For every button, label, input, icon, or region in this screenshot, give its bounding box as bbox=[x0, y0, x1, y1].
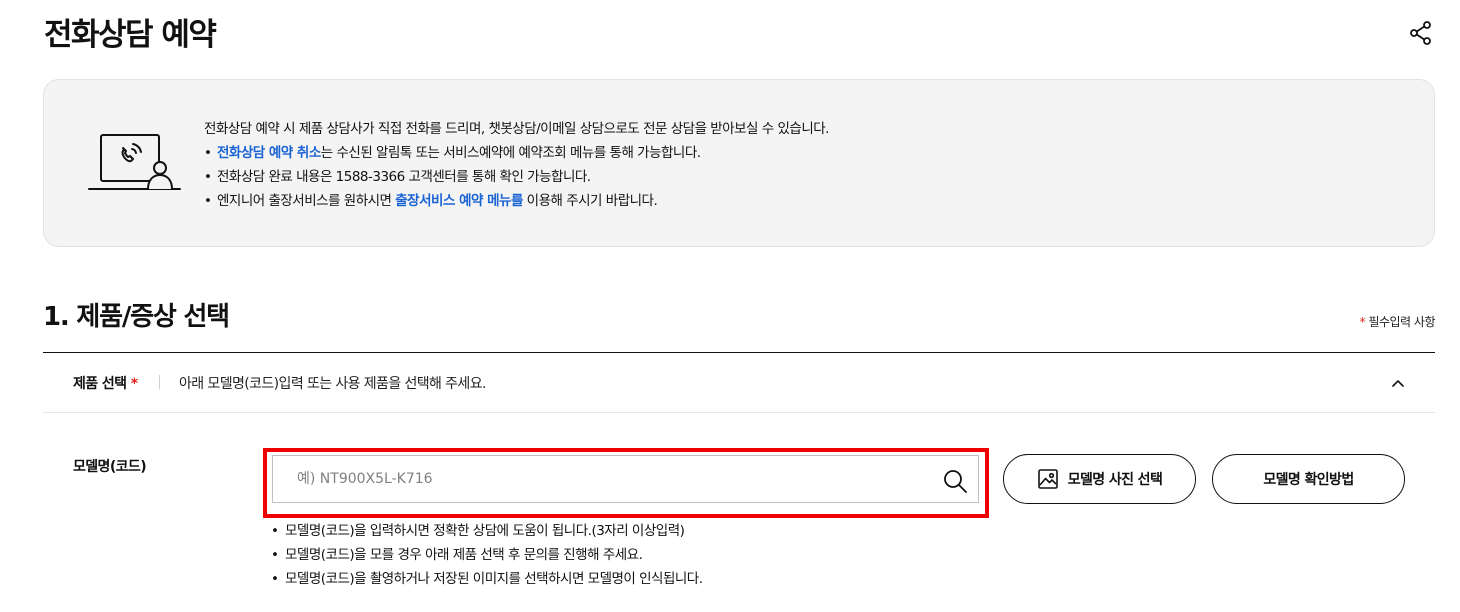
bullet: • bbox=[204, 169, 212, 185]
notice-line-2-text: 는 수신된 알림톡 또는 서비스예약에 예약조회 메뉴를 통해 가능합니다. bbox=[320, 145, 701, 161]
hint-item: • 모델명(코드)을 모를 경우 아래 제품 선택 후 문의를 진행해 주세요. bbox=[271, 543, 703, 567]
bullet: • bbox=[204, 193, 212, 209]
notice-line-3-text: 전화상담 완료 내용은 1588-3366 고객센터를 통해 확인 가능합니다. bbox=[217, 169, 591, 185]
page-title: 전화상담 예약 bbox=[44, 17, 217, 53]
phone-consult-illustration bbox=[88, 132, 184, 194]
chevron-up-icon[interactable] bbox=[1391, 375, 1405, 389]
bullet: • bbox=[204, 145, 212, 161]
hint-item: • 모델명(코드)을 촬영하거나 저장된 이미지를 선택하시면 모델명이 인식됩니… bbox=[271, 567, 703, 591]
product-select-label: 제품 선택 * bbox=[73, 373, 138, 393]
row-divider bbox=[43, 412, 1435, 413]
bullet: • bbox=[271, 547, 279, 563]
product-select-toggle[interactable]: 제품 선택 * 아래 모델명(코드)입력 또는 사용 제품을 선택해 주세요. bbox=[43, 353, 1435, 412]
required-star: * bbox=[130, 376, 138, 392]
bullet: • bbox=[271, 523, 279, 539]
share-icon[interactable] bbox=[1408, 20, 1434, 46]
hint-text: 모델명(코드)을 촬영하거나 저장된 이미지를 선택하시면 모델명이 인식됩니다… bbox=[285, 571, 703, 587]
hint-text: 모델명(코드)을 입력하시면 정확한 상담에 도움이 됩니다.(3자리 이상입력… bbox=[285, 523, 685, 539]
visit-service-link[interactable]: 출장서비스 예약 메뉴를 bbox=[395, 193, 523, 209]
required-note-text: 필수입력 사항 bbox=[1365, 315, 1435, 329]
required-note: * 필수입력 사항 bbox=[1360, 313, 1436, 330]
notice-line-3: • 전화상담 완료 내용은 1588-3366 고객센터를 통해 확인 가능합니다… bbox=[204, 165, 829, 189]
model-photo-select-label: 모델명 사진 선택 bbox=[1067, 472, 1163, 488]
notice-box: 전화상담 예약 시 제품 상담사가 직접 전화를 드리며, 챗봇상담/이메일 상… bbox=[43, 79, 1435, 247]
cancel-reservation-link[interactable]: 전화상담 예약 취소 bbox=[217, 145, 321, 161]
section-title: 1. 제품/증상 선택 bbox=[43, 302, 230, 332]
search-icon[interactable] bbox=[941, 467, 969, 495]
model-photo-select-button[interactable]: 모델명 사진 선택 bbox=[1003, 454, 1196, 504]
notice-line-4-post: 이용해 주시기 바랍니다. bbox=[522, 193, 658, 209]
notice-line-4: • 엔지니어 출장서비스를 원하시면 출장서비스 예약 메뉴를 이용해 주시기 바… bbox=[204, 189, 829, 213]
label-divider bbox=[159, 375, 160, 389]
model-check-method-button[interactable]: 모델명 확인방법 bbox=[1212, 454, 1405, 504]
product-select-guide: 아래 모델명(코드)입력 또는 사용 제품을 선택해 주세요. bbox=[179, 376, 486, 392]
image-icon bbox=[1037, 468, 1059, 490]
model-code-hints: • 모델명(코드)을 입력하시면 정확한 상담에 도움이 됩니다.(3자리 이상입… bbox=[271, 519, 703, 591]
hint-text: 모델명(코드)을 모를 경우 아래 제품 선택 후 문의를 진행해 주세요. bbox=[285, 547, 643, 563]
notice-line-1: 전화상담 예약 시 제품 상담사가 직접 전화를 드리며, 챗봇상담/이메일 상… bbox=[204, 121, 829, 137]
hint-item: • 모델명(코드)을 입력하시면 정확한 상담에 도움이 됩니다.(3자리 이상입… bbox=[271, 519, 703, 543]
product-select-label-text: 제품 선택 bbox=[73, 376, 127, 392]
notice-line-4-pre: 엔지니어 출장서비스를 원하시면 bbox=[217, 193, 396, 209]
bullet: • bbox=[271, 571, 279, 587]
notice-line-2: • 전화상담 예약 취소는 수신된 알림톡 또는 서비스예약에 예약조회 메뉴를 … bbox=[204, 141, 829, 165]
model-search-box bbox=[272, 455, 979, 503]
model-code-label: 모델명(코드) bbox=[73, 459, 147, 475]
notice-text: 전화상담 예약 시 제품 상담사가 직접 전화를 드리며, 챗봇상담/이메일 상… bbox=[204, 117, 829, 213]
model-code-input[interactable] bbox=[273, 456, 913, 502]
model-check-method-label: 모델명 확인방법 bbox=[1263, 472, 1354, 488]
